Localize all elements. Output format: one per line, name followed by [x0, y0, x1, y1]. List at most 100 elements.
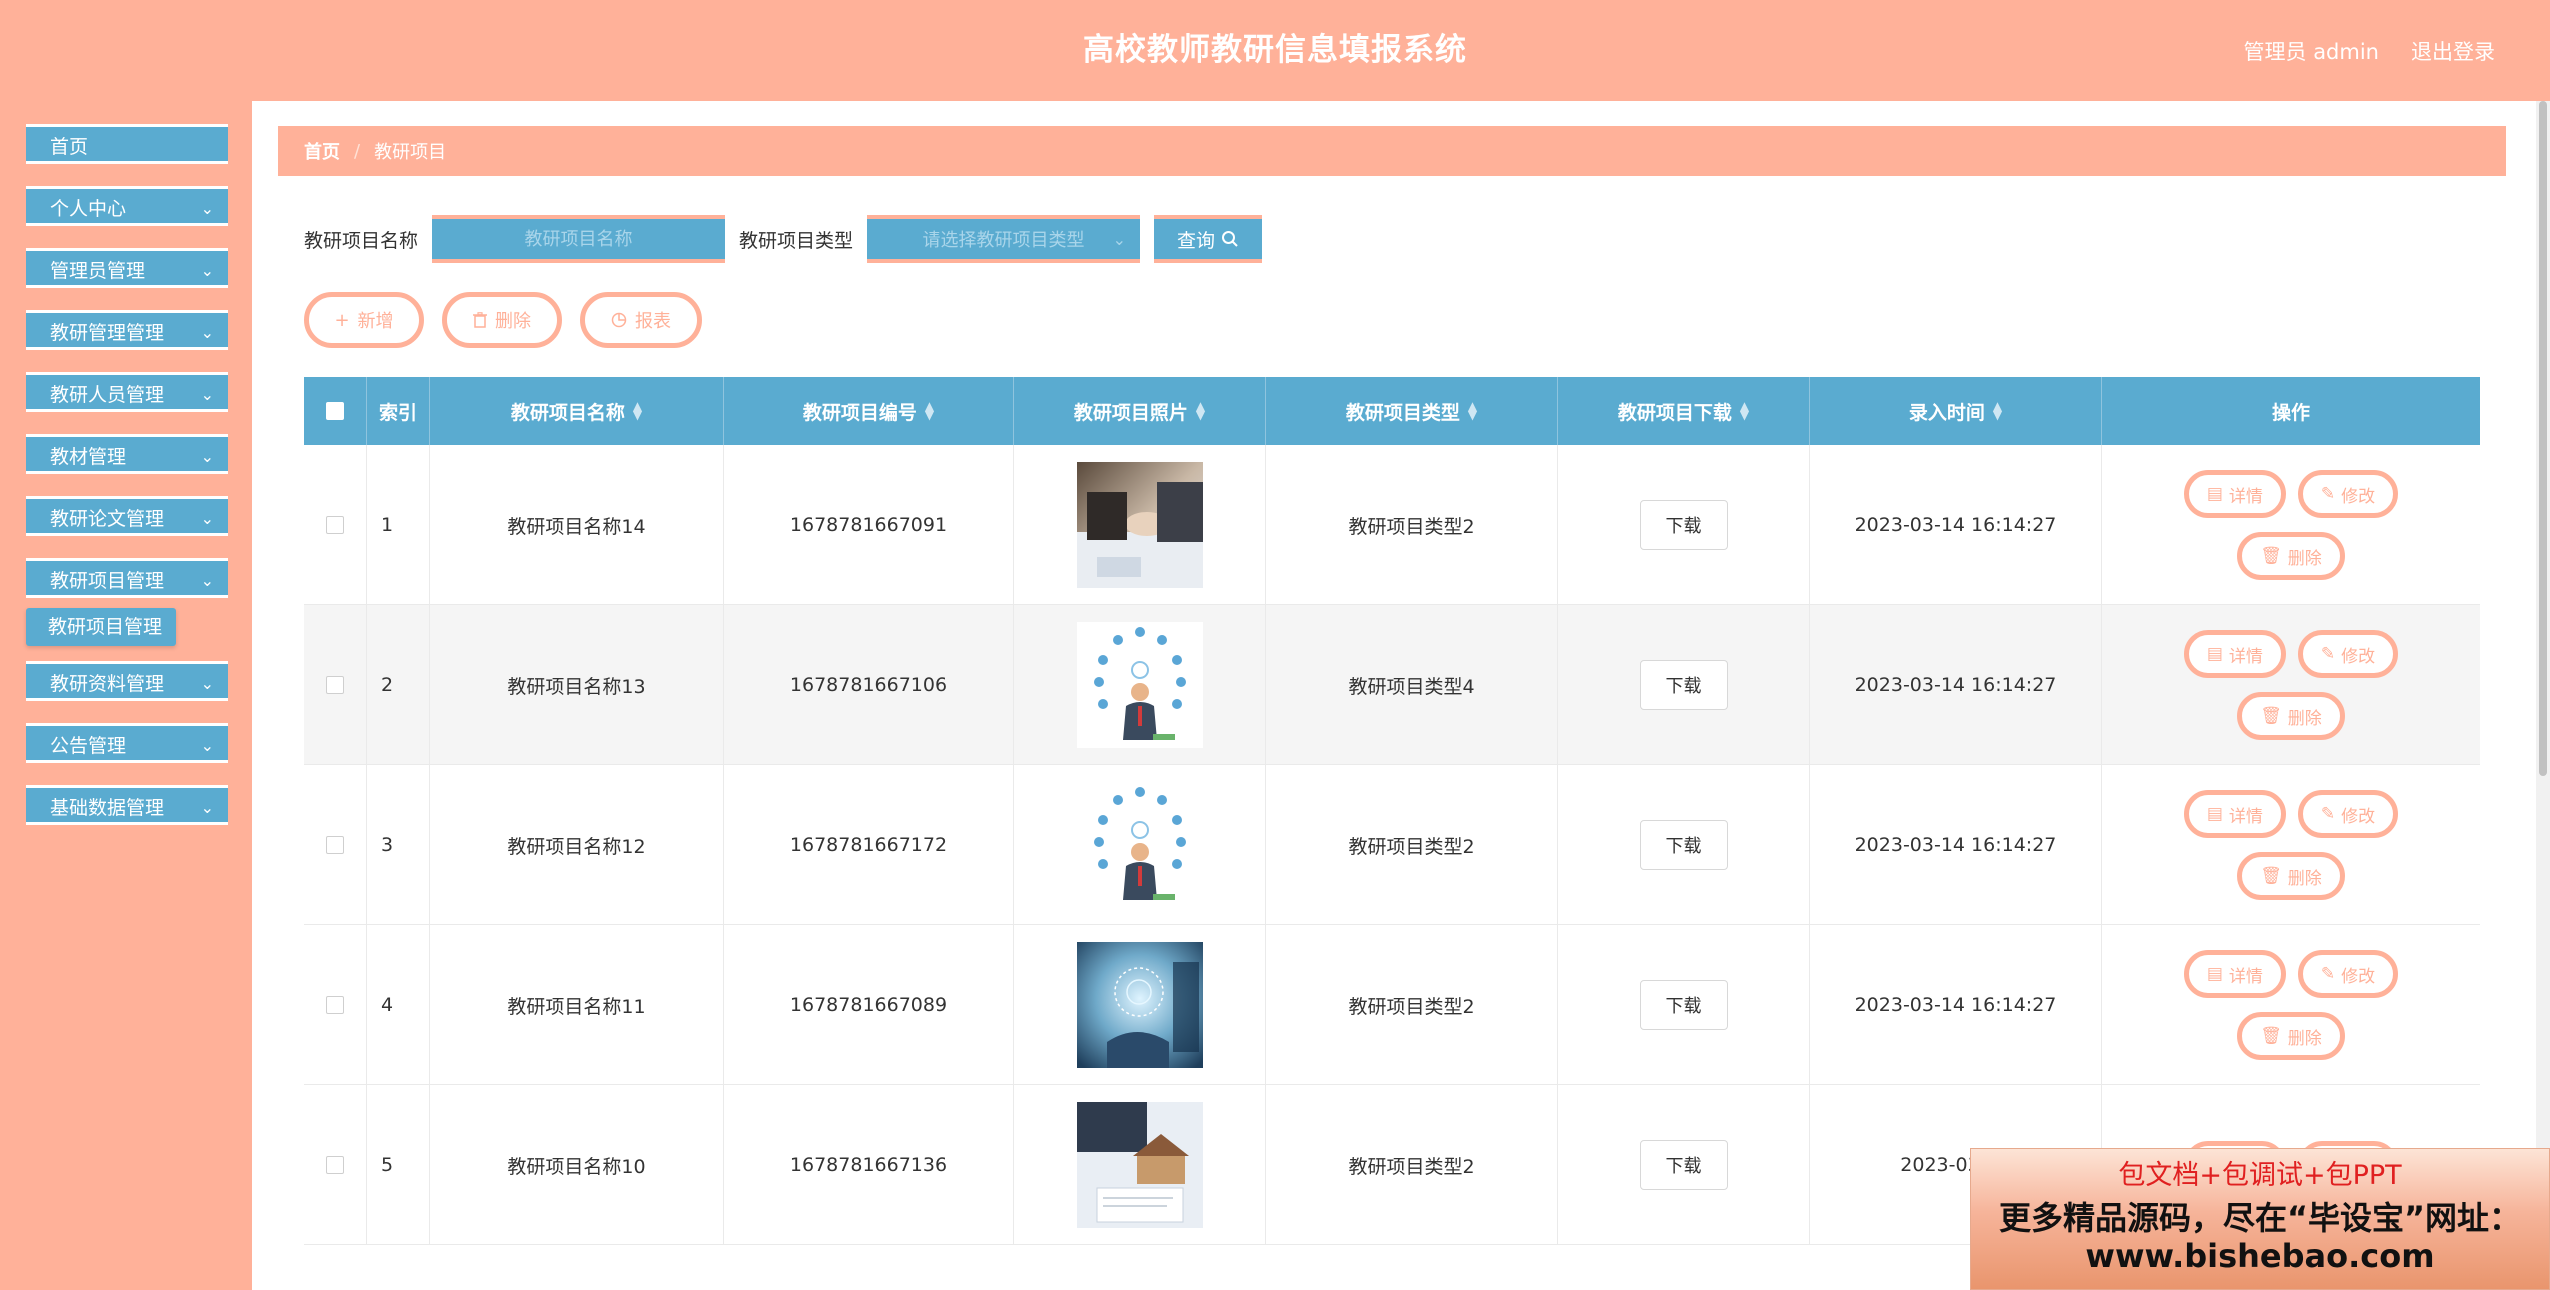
edit-button[interactable]: ✎修改 — [2297, 950, 2399, 998]
project-table: 索引 教研项目名称 ▲ ▼ 教研项目编号 ▲ ▼ 教研项目照片 ▲ ▼ 教研项目类型 ▲ ▼ 教… — [304, 377, 2480, 1245]
sidebar-item-home[interactable]: 首页 — [26, 124, 228, 164]
edit-label: 修改 — [2341, 966, 2376, 987]
column-header-time[interactable]: 录入时间 ▲ ▼ — [1810, 377, 2102, 445]
sidebar-item-label: 公告管理 — [50, 735, 127, 757]
sort-icon: ▲ ▼ — [1739, 399, 1750, 422]
delete-button[interactable]: 🗑 删除 — [2237, 692, 2345, 740]
download-button[interactable]: 下载 — [1639, 500, 1728, 550]
breadcrumb-home[interactable]: 首页 — [304, 138, 340, 164]
project-name-input[interactable] — [432, 215, 726, 263]
ad-url[interactable]: www.bishebao.com — [1971, 1237, 2549, 1275]
digital-hand-photo[interactable] — [1076, 942, 1203, 1068]
vertical-scrollbar[interactable] — [2536, 101, 2550, 1290]
column-header-download[interactable]: 教研项目下载 ▲ ▼ — [1558, 377, 1810, 445]
column-header-label: 录入时间 — [1908, 401, 1985, 424]
house-model-photo[interactable] — [1076, 1102, 1203, 1228]
sidebar-item-personal-center[interactable]: 个人中心 ⌄ — [26, 186, 228, 226]
column-header-label: 教研项目类型 — [1345, 401, 1460, 424]
row-checkbox[interactable] — [326, 676, 344, 694]
plus-icon: + — [334, 309, 350, 331]
chevron-down-icon: ⌄ — [200, 798, 214, 817]
row-select-cell — [304, 925, 367, 1085]
report-button[interactable]: 报表 — [580, 292, 702, 348]
breadcrumb: 首页 / 教研项目 — [278, 126, 2506, 176]
sidebar-item-textbook-management[interactable]: 教材管理 ⌄ — [26, 434, 228, 474]
detail-label: 详情 — [2228, 486, 2263, 507]
ad-banner[interactable]: 包文档+包调试+包PPT 更多精品源码，尽在“毕设宝”网址： www.bishe… — [1970, 1148, 2550, 1290]
chevron-down-icon: ⌄ — [200, 736, 214, 755]
delete-label: 删除 — [2287, 868, 2322, 889]
detail-button[interactable]: ▤详情 — [2183, 790, 2286, 838]
add-button[interactable]: + 新增 — [304, 292, 424, 348]
edit-button[interactable]: ✎修改 — [2297, 470, 2399, 518]
download-button[interactable]: 下载 — [1639, 980, 1728, 1030]
row-project-name: 教研项目名称12 — [430, 765, 724, 925]
table-row: 4 教研项目名称11 1678781667089 教研项目类型2 下载 2023… — [304, 925, 2480, 1085]
sidebar-item-notice-management[interactable]: 公告管理 ⌄ — [26, 723, 228, 763]
edit-label: 修改 — [2341, 486, 2376, 507]
business-meeting-photo[interactable] — [1076, 462, 1203, 588]
row-project-code: 1678781667106 — [724, 605, 1014, 765]
app-title: 高校教师教研信息填报系统 — [1083, 32, 1467, 68]
detail-button[interactable]: ▤详情 — [2183, 950, 2286, 998]
column-header-type[interactable]: 教研项目类型 ▲ ▼ — [1266, 377, 1558, 445]
pie-chart-icon — [611, 312, 627, 328]
sort-icon: ▲ ▼ — [1195, 399, 1206, 422]
column-header-label: 教研项目编号 — [802, 401, 917, 424]
scrollbar-thumb[interactable] — [2539, 101, 2547, 776]
sidebar-item-label: 教研管理管理 — [50, 322, 165, 344]
download-button[interactable]: 下载 — [1639, 1140, 1728, 1190]
row-checkbox[interactable] — [326, 1156, 344, 1174]
row-project-type: 教研项目类型2 — [1266, 445, 1558, 605]
sidebar-item-label: 管理员管理 — [50, 260, 146, 282]
project-type-select[interactable]: 请选择教研项目类型 ⌄ — [867, 215, 1141, 263]
edit-icon: ✎ — [2320, 964, 2336, 984]
row-project-name: 教研项目名称13 — [430, 605, 724, 765]
row-project-name: 教研项目名称14 — [430, 445, 724, 605]
edit-button[interactable]: ✎修改 — [2297, 790, 2399, 838]
column-header-photo[interactable]: 教研项目照片 ▲ ▼ — [1014, 377, 1266, 445]
logout-link[interactable]: 退出登录 — [2411, 36, 2495, 66]
delete-button[interactable]: 🗑 删除 — [2237, 532, 2345, 580]
sidebar-item-paper-management[interactable]: 教研论文管理 ⌄ — [26, 496, 228, 536]
sidebar-subitem-project-management[interactable]: 教研项目管理 — [26, 608, 176, 646]
sidebar-item-label: 个人中心 — [50, 198, 127, 220]
download-button[interactable]: 下载 — [1639, 820, 1728, 870]
sidebar-item-research-management[interactable]: 教研管理管理 ⌄ — [26, 310, 228, 350]
main-content: 首页 / 教研项目 教研项目名称 教研项目类型 请选择教研项目类型 ⌄ 查询 +… — [252, 101, 2550, 1290]
row-checkbox[interactable] — [326, 996, 344, 1014]
detail-button[interactable]: ▤详情 — [2183, 630, 2286, 678]
select-all-checkbox[interactable] — [326, 402, 344, 420]
detail-label: 详情 — [2228, 806, 2263, 827]
delete-button[interactable]: 🗑 删除 — [2237, 852, 2345, 900]
row-checkbox[interactable] — [326, 516, 344, 534]
trash-icon — [473, 312, 487, 328]
document-icon: ▤ — [2206, 964, 2223, 984]
ad-line-1: 包文档+包调试+包PPT — [2118, 1160, 2402, 1191]
sidebar-item-basic-data-management[interactable]: 基础数据管理 ⌄ — [26, 785, 228, 825]
man-network-icons-photo[interactable] — [1076, 782, 1203, 908]
row-checkbox[interactable] — [326, 836, 344, 854]
column-header-label: 教研项目照片 — [1073, 401, 1188, 424]
detail-button[interactable]: ▤详情 — [2183, 470, 2286, 518]
column-header-code[interactable]: 教研项目编号 ▲ ▼ — [724, 377, 1014, 445]
column-header-label: 教研项目名称 — [510, 401, 625, 424]
row-project-name: 教研项目名称11 — [430, 925, 724, 1085]
sidebar-item-researcher-management[interactable]: 教研人员管理 ⌄ — [26, 372, 228, 412]
edit-button[interactable]: ✎修改 — [2297, 630, 2399, 678]
document-icon: ▤ — [2206, 644, 2223, 664]
column-header-name[interactable]: 教研项目名称 ▲ ▼ — [430, 377, 724, 445]
sidebar-item-project-management[interactable]: 教研项目管理 ⌄ — [26, 558, 228, 598]
row-time: 2023-03-14 16:14:27 — [1810, 605, 2102, 765]
row-project-code: 1678781667091 — [724, 445, 1014, 605]
table-row: 1 教研项目名称14 1678781667091 教研项目类型2 下载 2023… — [304, 445, 2480, 605]
sidebar-item-admin-management[interactable]: 管理员管理 ⌄ — [26, 248, 228, 288]
sidebar-item-material-management[interactable]: 教研资料管理 ⌄ — [26, 661, 228, 701]
delete-button[interactable]: 🗑 删除 — [2237, 1012, 2345, 1060]
man-network-icons-photo[interactable] — [1076, 622, 1203, 748]
row-photo-cell — [1014, 445, 1266, 605]
edit-icon: ✎ — [2320, 644, 2336, 664]
download-button[interactable]: 下载 — [1639, 660, 1728, 710]
query-button[interactable]: 查询 — [1154, 215, 1263, 263]
batch-delete-button[interactable]: 删除 — [442, 292, 562, 348]
